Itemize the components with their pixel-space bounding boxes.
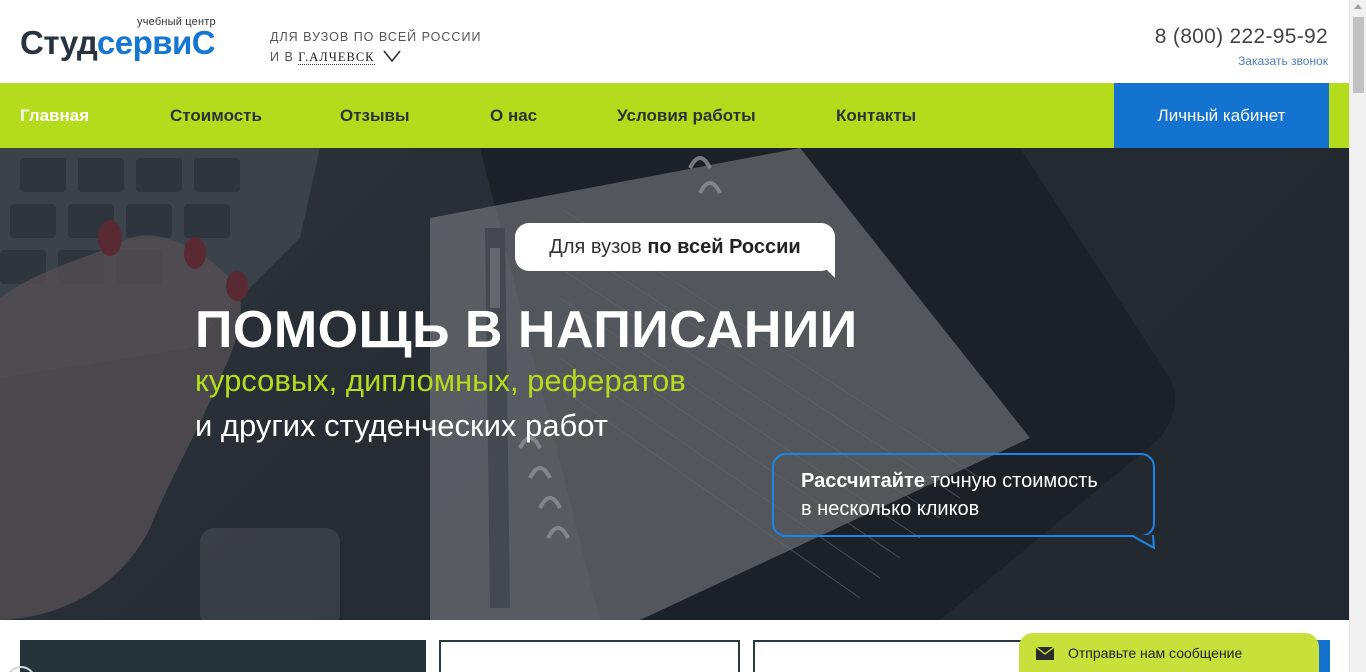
- bubble-tail-icon: [813, 256, 835, 278]
- personal-account-button[interactable]: Личный кабинет: [1114, 83, 1329, 148]
- chat-label: Отправьте нам сообщение: [1068, 645, 1243, 661]
- logo[interactable]: учебный центр СтудсервиС: [20, 14, 220, 66]
- calc-bubble-tail-icon: [1130, 535, 1156, 549]
- site-header: учебный центр СтудсервиС ДЛЯ ВУЗОВ ПО ВС…: [0, 0, 1349, 83]
- region-bubble-text: Для вузов: [549, 236, 648, 258]
- nav-item-contacts[interactable]: Контакты: [836, 83, 916, 148]
- chat-widget[interactable]: Отправьте нам сообщение: [1019, 633, 1319, 672]
- calculate-text-2: в несколько кликов: [801, 498, 980, 520]
- region-bubble: Для вузов по всей России: [515, 223, 835, 271]
- nav-item-reviews[interactable]: Отзывы: [340, 83, 410, 148]
- hero-subtitle-white: и других студенческих работ: [195, 408, 608, 443]
- logo-wordmark: СтудсервиС: [20, 24, 216, 62]
- scrollbar-thumb[interactable]: [1353, 17, 1364, 93]
- scrollbar[interactable]: [1349, 0, 1366, 672]
- city-selector[interactable]: И В Г.АЛЧЕВСК: [270, 47, 481, 67]
- hero-banner: Для вузов по всей России ПОМОЩЬ В НАПИСА…: [0, 148, 1349, 620]
- callback-link[interactable]: Заказать звонок: [1238, 54, 1328, 68]
- scroll-up-arrow-icon[interactable]: [1354, 4, 1362, 9]
- work-type-field[interactable]: [439, 640, 740, 672]
- calculate-text-1: точную стоимость: [924, 470, 1098, 492]
- main-nav: Главная Стоимость Отзывы О нас Условия р…: [0, 83, 1349, 148]
- phone-number[interactable]: 8 (800) 222-95-92: [1155, 25, 1328, 49]
- logo-part-2: сервиС: [96, 24, 216, 61]
- nav-item-home[interactable]: Главная: [20, 83, 89, 148]
- logo-part-1: Студ: [20, 24, 97, 61]
- calculate-bubble[interactable]: Рассчитайте точную стоимость в несколько…: [772, 453, 1155, 537]
- city-name[interactable]: Г.АЛЧЕВСК: [298, 50, 375, 65]
- nav-item-about[interactable]: О нас: [490, 83, 537, 148]
- order-card-dark[interactable]: [20, 640, 426, 672]
- calculate-bold: Рассчитайте: [801, 470, 925, 492]
- hero-title: ПОМОЩЬ В НАПИСАНИИ: [195, 301, 858, 359]
- nav-item-terms[interactable]: Условия работы: [617, 83, 756, 148]
- region-info: ДЛЯ ВУЗОВ ПО ВСЕЙ РОССИИ И В Г.АЛЧЕВСК: [270, 27, 481, 67]
- envelope-icon: [1036, 647, 1054, 660]
- nav-item-price[interactable]: Стоимость: [170, 83, 262, 148]
- city-prefix: И В: [270, 50, 294, 64]
- region-line: ДЛЯ ВУЗОВ ПО ВСЕЙ РОССИИ: [270, 30, 482, 44]
- region-bubble-bold: по всей России: [647, 236, 801, 258]
- topic-field[interactable]: [753, 640, 1034, 672]
- hero-subtitle-green: курсовых, дипломных, рефератов: [195, 363, 686, 398]
- chevron-down-icon[interactable]: [383, 50, 401, 62]
